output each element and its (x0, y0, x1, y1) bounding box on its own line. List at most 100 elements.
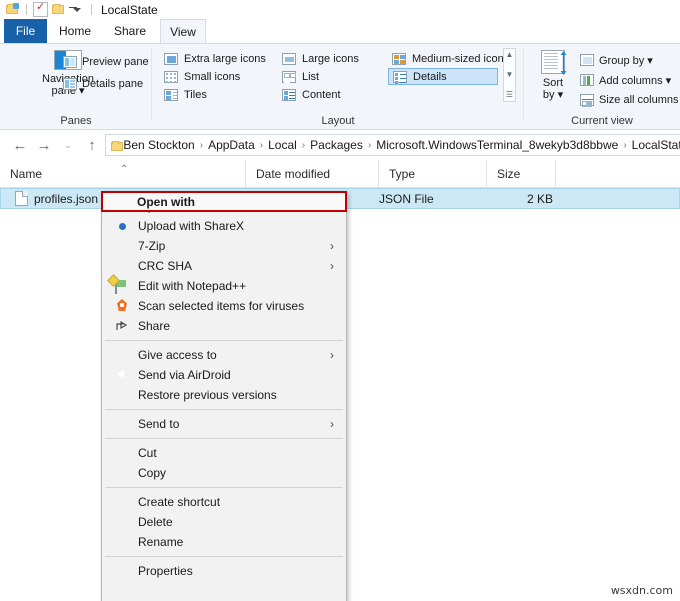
menu-item-delete[interactable]: Delete (102, 512, 346, 532)
group-by-button[interactable]: Group by ▾ (580, 52, 653, 68)
column-header-size-label: Size (497, 167, 521, 181)
menu-item-upload-with-sharex[interactable]: Upload with ShareX (102, 216, 346, 236)
layout-gallery-scrollbar[interactable]: ▲ ▼ ☰ (503, 48, 516, 102)
menu-separator (105, 438, 343, 439)
menu-item-label: Share (138, 319, 171, 333)
menu-item-properties[interactable]: Properties (102, 561, 346, 581)
menu-item-copy[interactable]: Copy (102, 463, 346, 483)
layout-scroll-down-icon[interactable]: ▼ (506, 71, 514, 79)
menu-item-label: Upload with ShareX (138, 219, 245, 233)
breadcrumb-separator: › (199, 139, 204, 151)
layout-label: Small icons (184, 70, 241, 83)
column-header-type[interactable]: Type (378, 160, 486, 188)
breadcrumb-separator: › (623, 139, 627, 151)
breadcrumb-item-local[interactable]: Local (265, 138, 300, 152)
sort-by-label-1: Sort (542, 77, 564, 89)
quick-access-toolbar (5, 0, 95, 17)
tab-view[interactable]: View (160, 19, 206, 43)
layout-extra-large-icons[interactable]: Extra large icons (160, 50, 270, 67)
forward-button[interactable]: → (32, 133, 56, 157)
airdroid-icon (115, 368, 130, 383)
menu-item-crc-sha[interactable]: CRC SHA › (102, 256, 346, 276)
layout-scroll-more-icon[interactable]: ☰ (506, 91, 513, 99)
address-bar: ← → ⌄ ↑ › Ben Stockton › AppData › Local… (0, 130, 680, 160)
file-type: JSON File (379, 191, 434, 206)
window-title: LocalState (101, 2, 158, 17)
size-all-columns-button[interactable]: Size all columns to f (580, 92, 680, 108)
tab-home[interactable]: Home (50, 19, 100, 43)
layout-medium-sized-icons[interactable]: Medium-sized icons (388, 50, 513, 67)
menu-item-7-zip[interactable]: 7-Zip › (102, 236, 346, 256)
breadcrumb-item-packages[interactable]: Packages (307, 138, 366, 152)
layout-small-icons[interactable]: Small icons (160, 68, 244, 85)
breadcrumb-item-windowsterminal[interactable]: Microsoft.WindowsTerminal_8wekyb3d8bbwe (373, 138, 621, 152)
add-columns-button[interactable]: Add columns ▾ (580, 72, 671, 88)
menu-item-label: Delete (138, 515, 173, 529)
preview-pane-icon (63, 56, 77, 68)
details-pane-icon (63, 78, 77, 90)
menu-item-send-to[interactable]: Send to › (102, 414, 346, 434)
customize-quick-access-toolbar-icon[interactable] (69, 7, 85, 12)
column-header-type-label: Type (389, 167, 416, 181)
layout-label: Tiles (184, 88, 207, 101)
details-icon (393, 70, 407, 83)
layout-list[interactable]: List (278, 68, 323, 85)
menu-item-give-access-to[interactable]: Give access to › (102, 345, 346, 365)
back-button[interactable]: ← (8, 133, 32, 157)
open-with-highlight-label[interactable]: Open with (101, 191, 347, 212)
content-icon (282, 88, 296, 101)
add-columns-label: Add columns ▾ (599, 74, 672, 87)
medium-sized-icons-icon (392, 52, 406, 65)
extra-large-icons-icon (164, 52, 178, 65)
sort-by-button[interactable]: Sort by ▾ (532, 50, 574, 108)
menu-item-create-shortcut[interactable]: Create shortcut (102, 492, 346, 512)
menu-separator (105, 487, 343, 488)
menu-item-rename[interactable]: Rename (102, 532, 346, 552)
new-folder-icon[interactable] (51, 2, 66, 17)
menu-separator (105, 409, 343, 410)
menu-item-label: Cut (138, 446, 157, 460)
layout-large-icons[interactable]: Large icons (278, 50, 363, 67)
breadcrumb-item-localstate[interactable]: LocalState (629, 138, 680, 152)
properties-icon[interactable] (5, 2, 20, 17)
menu-item-share[interactable]: Share (102, 316, 346, 336)
tab-share[interactable]: Share (104, 19, 156, 43)
preview-pane-button[interactable]: Preview pane (63, 54, 149, 70)
details-pane-button[interactable]: Details pane (63, 76, 143, 92)
file-list: profiles.json JSON File 2 KB Open with U… (0, 188, 680, 601)
tab-file[interactable]: File (4, 19, 47, 43)
sort-by-label-2: by ▾ (542, 89, 564, 101)
breadcrumb-item-ben-stockton[interactable]: Ben Stockton (120, 138, 197, 152)
chevron-right-icon: › (330, 348, 334, 362)
up-button[interactable]: ↑ (80, 133, 104, 157)
layout-details[interactable]: Details (388, 68, 498, 85)
menu-item-restore-previous-versions[interactable]: Restore previous versions (102, 385, 346, 405)
recent-locations-button[interactable]: ⌄ (56, 133, 80, 157)
layout-tiles[interactable]: Tiles (160, 86, 211, 103)
menu-item-send-via-airdroid[interactable]: Send via AirDroid (102, 365, 346, 385)
file-explorer-window: LocalState File Home Share View Navigati… (0, 0, 680, 601)
file-size: 2 KB (526, 191, 553, 206)
menu-item-cut[interactable]: Cut (102, 443, 346, 463)
column-header-name[interactable]: Name ⌃ (0, 160, 245, 188)
column-header-size[interactable]: Size (486, 160, 555, 188)
layout-label: Extra large icons (184, 52, 266, 65)
large-icons-icon (282, 52, 296, 65)
notepadpp-icon (115, 278, 130, 294)
breadcrumb-separator: › (259, 139, 264, 151)
new-folder-checkbox-icon[interactable] (33, 0, 48, 17)
ribbon-group-current-view: Sort by ▾ Group by ▾ Add columns ▾ Size … (524, 44, 680, 129)
layout-content[interactable]: Content (278, 86, 345, 103)
column-header-name-label: Name (10, 167, 43, 181)
breadcrumb[interactable]: › Ben Stockton › AppData › Local › Packa… (105, 134, 680, 156)
breadcrumb-item-appdata[interactable]: AppData (205, 138, 258, 152)
menu-item-edit-with-notepadpp[interactable]: Edit with Notepad++ (102, 276, 346, 296)
column-header-date-modified[interactable]: Date modified (245, 160, 378, 188)
ribbon: Navigation pane ▾ Preview pane Details p… (0, 43, 680, 130)
divider (26, 4, 27, 15)
ribbon-group-layout: Extra large icons Small icons Tiles Larg… (152, 44, 524, 129)
menu-item-scan-for-viruses[interactable]: Scan selected items for viruses (102, 296, 346, 316)
layout-scroll-up-icon[interactable]: ▲ (506, 51, 514, 59)
layout-label: List (302, 70, 320, 83)
layout-group-label: Layout (321, 115, 355, 127)
